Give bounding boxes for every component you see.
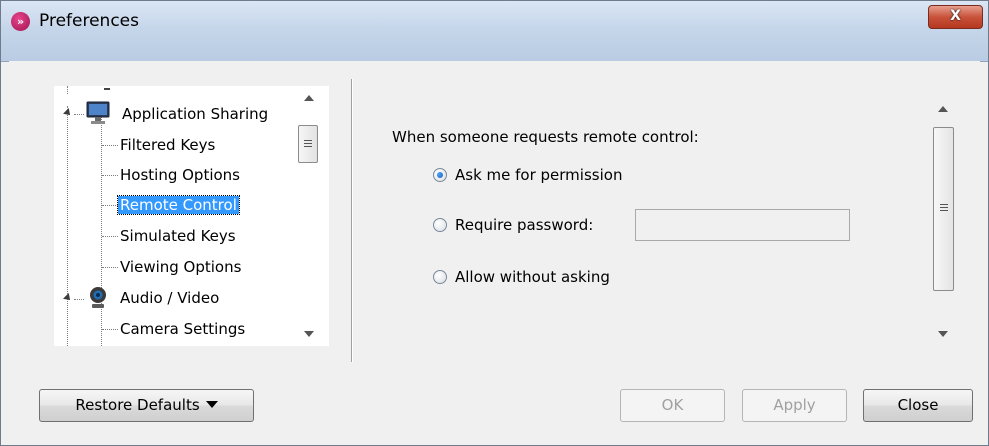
tree-guide-line <box>102 205 118 206</box>
scroll-down-arrow-icon[interactable] <box>938 331 948 337</box>
tree-guide-line <box>101 306 102 346</box>
panel-separator <box>351 79 353 362</box>
panel-scrollbar[interactable] <box>930 94 964 349</box>
tree-item-remote-control[interactable]: Remote Control <box>117 194 240 216</box>
restore-defaults-label: Restore Defaults <box>75 396 200 414</box>
scroll-grip <box>304 146 312 147</box>
window-close-button[interactable]: X <box>928 5 983 29</box>
tree-scrollbar[interactable] <box>292 86 327 346</box>
dialog-client-area: Application Sharing Filtered Keys Hostin… <box>9 61 980 439</box>
scroll-grip <box>940 204 948 205</box>
scroll-up-arrow-icon[interactable] <box>938 106 948 112</box>
ok-button[interactable]: OK <box>620 389 725 422</box>
monitor-icon <box>86 101 110 124</box>
radio-label: Require password: <box>455 216 594 234</box>
window-title: Preferences <box>39 11 139 31</box>
tree-guide-line <box>102 267 118 268</box>
tree-item-hosting-options[interactable]: Hosting Options <box>120 164 240 186</box>
tree-scroll-thumb[interactable] <box>298 125 318 163</box>
preferences-tree[interactable]: Application Sharing Filtered Keys Hostin… <box>54 86 329 346</box>
radio-button[interactable] <box>433 168 447 182</box>
panel-scroll-thumb[interactable] <box>933 127 954 291</box>
scroll-up-arrow-icon[interactable] <box>304 95 314 101</box>
dropdown-arrow-icon <box>205 401 218 408</box>
title-bar[interactable]: » Preferences X <box>1 1 988 62</box>
scroll-grip <box>940 210 948 211</box>
collapse-arrow-icon[interactable] <box>63 108 73 118</box>
tree-guide-line <box>102 145 118 146</box>
close-button[interactable]: Close <box>863 389 973 422</box>
radio-label: Ask me for permission <box>455 166 623 184</box>
preferences-window: » Preferences X Application Sharing Filt… <box>0 0 989 446</box>
tree-item-label: Hosting Options <box>120 166 240 184</box>
radio-label: Allow without asking <box>455 268 610 286</box>
tree-item-camera-settings[interactable]: Camera Settings <box>120 318 245 340</box>
tree-item-simulated-keys[interactable]: Simulated Keys <box>120 225 236 247</box>
tree-item-filtered-keys[interactable]: Filtered Keys <box>120 134 215 156</box>
tree-guide-line <box>102 236 118 237</box>
tree-item-application-sharing[interactable]: Application Sharing <box>122 103 268 125</box>
tree-guide-line <box>74 299 84 300</box>
tree-item-label: Audio / Video <box>120 289 220 307</box>
remote-control-prompt: When someone requests remote control: <box>392 128 699 146</box>
tree-item-label: Application Sharing <box>122 105 269 123</box>
radio-button[interactable] <box>433 218 447 232</box>
scroll-grip <box>940 207 948 208</box>
radio-button[interactable] <box>433 270 447 284</box>
tree-item-label: Remote Control <box>117 195 240 215</box>
tree-guide-line <box>74 114 84 115</box>
tree-item-label: Simulated Keys <box>120 227 236 245</box>
collapse-arrow-icon[interactable] <box>63 293 73 303</box>
tree-item-label: Viewing Options <box>120 258 242 276</box>
tree-guide-line <box>102 175 118 176</box>
restore-defaults-button[interactable]: Restore Defaults <box>39 389 254 422</box>
scroll-down-arrow-icon[interactable] <box>304 331 314 337</box>
apply-button[interactable]: Apply <box>742 389 847 422</box>
tree-item-viewing-options[interactable]: Viewing Options <box>120 256 241 278</box>
tree-item-label: Camera Settings <box>120 320 246 338</box>
tree-guide-line <box>102 329 118 330</box>
tree-item-audio-video[interactable]: Audio / Video <box>120 287 219 309</box>
tree-guide-line <box>67 106 68 346</box>
password-field[interactable] <box>635 209 850 241</box>
tree-item-label: Filtered Keys <box>120 136 216 154</box>
webcam-icon <box>90 287 106 308</box>
app-logo-icon: » <box>11 12 30 31</box>
tree-guide-line <box>67 86 68 94</box>
scroll-grip <box>304 143 312 144</box>
tree-clipped-item <box>104 88 110 90</box>
scroll-grip <box>304 140 312 141</box>
